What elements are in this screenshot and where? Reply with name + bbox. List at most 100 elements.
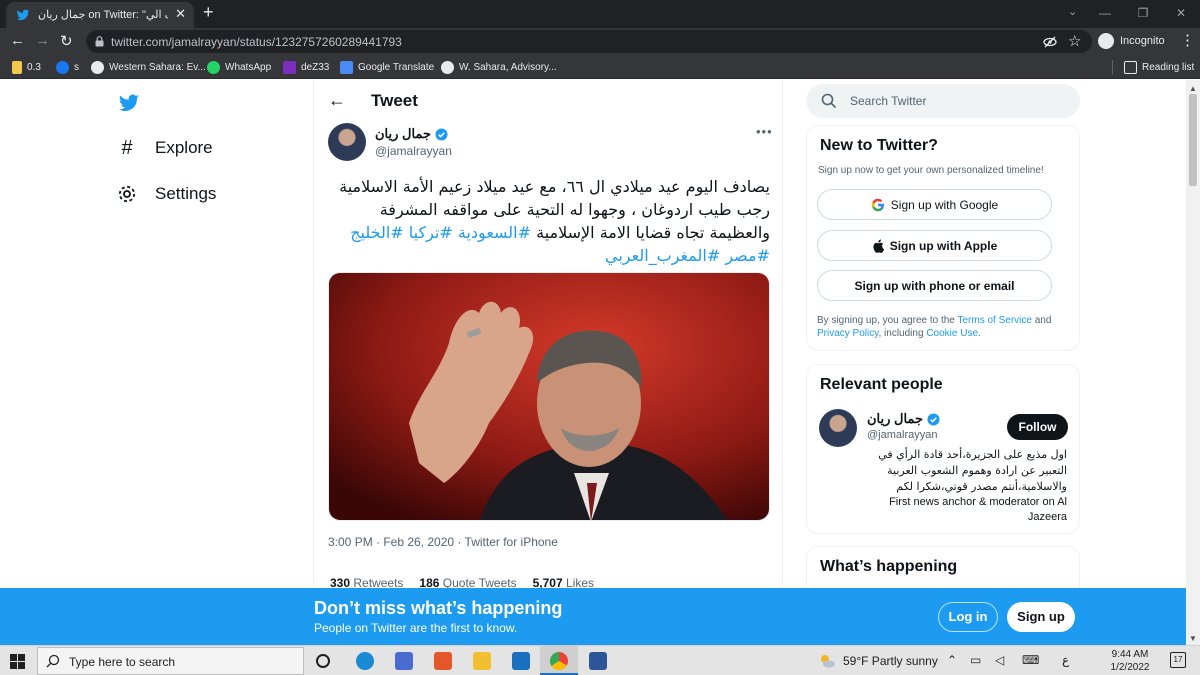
file-explorer-icon[interactable] <box>473 652 491 670</box>
signup-terms: By signing up, you agree to the Terms of… <box>817 315 1052 339</box>
bookmark-item[interactable]: deZ33 <box>283 59 329 75</box>
cookie-use-link[interactable]: Cookie Use <box>926 328 978 339</box>
eye-off-icon[interactable] <box>1043 35 1057 49</box>
tweet-photo[interactable] <box>328 272 770 521</box>
bookmark-item[interactable]: WhatsApp <box>207 59 271 75</box>
follow-button[interactable]: Follow <box>1007 414 1068 440</box>
close-tab-icon[interactable]: ✕ <box>175 6 186 22</box>
task-view-icon[interactable] <box>316 654 330 668</box>
volume-icon[interactable]: ◁ <box>995 653 1004 667</box>
globe-icon <box>91 60 104 74</box>
verified-badge-icon <box>927 412 940 426</box>
scroll-down-icon[interactable]: ▼ <box>1189 634 1197 643</box>
quote-tweets-stat[interactable]: 186 Quote Tweets <box>419 576 516 588</box>
tab-title: جمال ريان on Twitter: "يصادف الي <box>38 9 168 21</box>
waving-man-photo <box>329 273 769 520</box>
author-name-row[interactable]: جمال ريان <box>375 126 448 142</box>
network-icon[interactable]: ▭ <box>970 653 981 667</box>
author-handle[interactable]: @jamalrayyan <box>375 144 452 158</box>
signup-card-title: New to Twitter? <box>820 137 938 154</box>
wikipedia-icon <box>441 60 454 74</box>
tray-chevron-icon[interactable]: ⌃ <box>947 653 957 667</box>
bookmark-item[interactable]: 0.3 <box>12 59 41 75</box>
incognito-label: Incognito <box>1120 35 1165 47</box>
bookmark-item[interactable]: Western Sahara: Ev... <box>91 59 206 75</box>
bookmark-item[interactable]: Google Translate <box>340 59 434 75</box>
likes-stat[interactable]: 5,707 Likes <box>533 576 594 588</box>
restore-icon[interactable]: ❐ <box>1124 0 1162 28</box>
search-icon <box>821 93 837 109</box>
login-button[interactable]: Log in <box>938 602 998 632</box>
back-arrow-icon[interactable]: ← <box>10 32 25 49</box>
word-icon[interactable] <box>589 652 607 670</box>
more-options-icon[interactable]: ••• <box>756 124 773 139</box>
retweets-stat[interactable]: 330 Retweets <box>330 576 403 588</box>
nav-settings[interactable]: Settings <box>117 184 216 204</box>
keyboard-icon[interactable]: ⌨ <box>1022 653 1039 667</box>
apple-icon <box>873 239 884 253</box>
bookmark-item[interactable]: s <box>56 59 79 75</box>
hashtag-icon: # <box>121 137 133 159</box>
twitter-page: # Explore Settings ← Tweet جمال ريان @ja… <box>0 80 1186 588</box>
browser-tab[interactable]: جمال ريان on Twitter: "يصادف الي ✕ <box>6 2 194 28</box>
tweet-timestamp[interactable]: 3:00 PM · Feb 26, 2020 · Twitter for iPh… <box>328 535 558 549</box>
mail-icon[interactable] <box>512 652 530 670</box>
twitter-logo-icon[interactable] <box>117 92 141 114</box>
tab-search-icon[interactable]: ⌄ <box>1068 5 1077 18</box>
google-translate-icon <box>340 60 353 74</box>
clock-date: 1/2/2022 <box>1110 662 1150 673</box>
whats-happening-title: What’s happening <box>820 558 958 575</box>
minimize-icon[interactable]: — <box>1086 0 1124 28</box>
windows-start-icon[interactable] <box>10 654 25 669</box>
signup-apple-button[interactable]: Sign up with Apple <box>817 230 1052 261</box>
notification-center-icon[interactable]: 17 <box>1170 652 1186 668</box>
store-icon[interactable] <box>395 652 413 670</box>
scrollbar-thumb[interactable] <box>1189 94 1197 186</box>
bookmark-item[interactable]: W. Sahara, Advisory... <box>441 59 557 75</box>
page-scrollbar[interactable]: ▲ ▼ <box>1186 80 1200 645</box>
signup-button[interactable]: Sign up <box>1007 602 1075 632</box>
banner-subtitle: People on Twitter are the first to know. <box>314 621 518 635</box>
edge-icon[interactable] <box>356 652 374 670</box>
partly-sunny-icon[interactable] <box>818 652 836 670</box>
signup-google-button[interactable]: Sign up with Google <box>817 189 1052 220</box>
signup-phone-email-button[interactable]: Sign up with phone or email <box>817 270 1052 301</box>
dez-icon <box>283 60 296 74</box>
reload-icon[interactable]: ↻ <box>60 32 73 50</box>
reading-list-button[interactable]: Reading list <box>1124 59 1194 75</box>
relevant-person-name: جمال ريان <box>867 411 923 426</box>
terms-of-service-link[interactable]: Terms of Service <box>957 315 1031 326</box>
scroll-up-icon[interactable]: ▲ <box>1189 84 1197 93</box>
nav-explore[interactable]: # Explore <box>117 137 212 159</box>
back-arrow-icon[interactable]: ← <box>328 90 346 111</box>
incognito-icon <box>1098 33 1114 49</box>
search-input[interactable]: Search Twitter <box>806 84 1080 118</box>
chrome-icon[interactable] <box>550 652 568 670</box>
taskbar-search-input[interactable]: Type here to search <box>37 647 304 675</box>
relevant-person-name-row[interactable]: جمال ريان <box>867 411 940 427</box>
lock-icon <box>95 36 104 47</box>
relevant-person-bio: اول مذيع على الجزيرة،أحد قادة الرأي في ا… <box>867 447 1067 525</box>
tweet-stats: 330 Retweets 186 Quote Tweets 5,707 Like… <box>330 576 594 588</box>
office-icon[interactable] <box>434 652 452 670</box>
browser-menu-icon[interactable]: ⋮ <box>1180 31 1195 49</box>
forward-arrow-icon[interactable]: → <box>35 32 50 49</box>
bookmark-star-icon[interactable]: ☆ <box>1068 32 1081 50</box>
relevant-people-title: Relevant people <box>820 376 943 393</box>
bookmarks-bar: 0.3 s Western Sahara: Ev... WhatsApp deZ… <box>0 55 1200 79</box>
new-tab-button[interactable]: + <box>203 2 214 23</box>
close-window-icon[interactable]: ✕ <box>1162 0 1200 28</box>
language-indicator[interactable]: ع <box>1062 653 1069 667</box>
weather-text[interactable]: 59°F Partly sunny <box>843 654 938 668</box>
incognito-indicator[interactable]: Incognito <box>1098 33 1165 49</box>
privacy-policy-link[interactable]: Privacy Policy <box>817 328 879 339</box>
relevant-person-handle[interactable]: @jamalrayyan <box>867 429 937 441</box>
taskbar-clock[interactable]: 9:44 AM 1/2/2022 <box>1102 648 1158 674</box>
author-avatar[interactable] <box>328 123 366 161</box>
avatar[interactable] <box>819 409 857 447</box>
signup-card: New to Twitter? Sign up now to get your … <box>806 125 1080 351</box>
verified-badge-icon <box>435 127 448 141</box>
address-bar[interactable]: twitter.com/jamalrayyan/status/123275726… <box>86 30 1092 53</box>
signup-banner: Don’t miss what’s happening People on Tw… <box>0 588 1186 645</box>
windows-taskbar: Type here to search 59°F Partly sunny ⌃ … <box>0 645 1200 675</box>
